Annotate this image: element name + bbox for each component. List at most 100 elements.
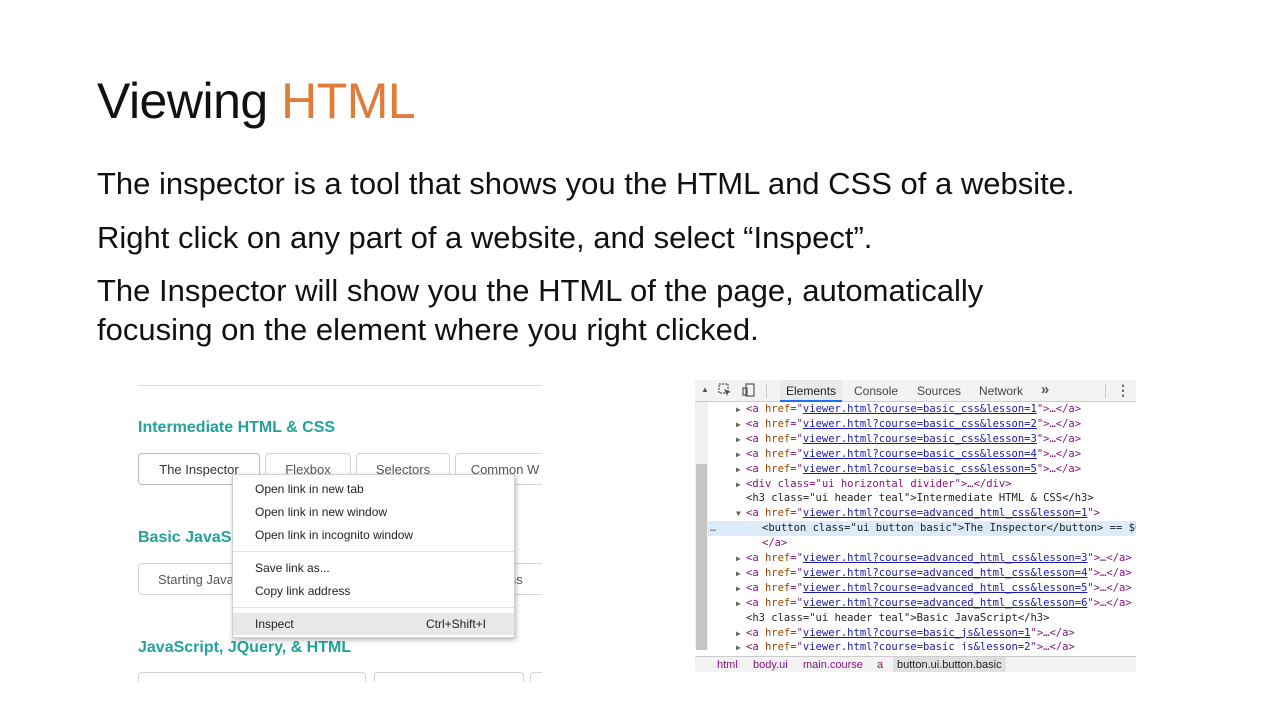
node-attr-link: viewer.html?course=basic_js&lesson=2 [802,641,1031,650]
node-text: <div class="ui horizontal divider">…</di… [746,477,1012,490]
menu-separator [233,551,514,552]
node-attr-link: viewer.html?course=basic_css&lesson=5 [802,462,1037,475]
context-menu-open-new-tab[interactable]: Open link in new tab [233,478,514,500]
node-punct: =" [790,566,803,579]
toolbar-separator [1105,384,1106,398]
select-element-icon[interactable] [718,383,732,397]
lesson-button-starting-javascript[interactable]: Starting Java [138,563,238,595]
expand-triangle-right-icon[interactable]: ▶ [736,402,746,417]
dom-node[interactable]: ▶ <a href="viewer.html?course=basic_css&l… [708,417,1136,432]
scrollbar-thumb[interactable] [696,464,707,650]
lesson-button[interactable] [530,672,542,682]
expand-triangle-right-icon[interactable]: ▶ [736,477,746,492]
dom-node[interactable]: ▶ <a href="viewer.html?course=advanced_ht… [708,551,1136,566]
dom-node[interactable]: ▶ <a href="viewer.html?course=basic_js&le… [708,640,1136,650]
node-text: <h3 class="ui header teal">Intermediate … [746,492,1094,505]
node-attr-name: href [764,596,791,609]
expand-triangle-right-icon[interactable]: ▶ [736,626,746,641]
node-punct: =" [790,596,803,609]
node-punct: =" [790,432,803,445]
node-punct: =" [790,462,803,475]
double-chevron-right-icon[interactable]: » [1038,382,1052,397]
node-attr-link: viewer.html?course=advanced_html_css&les… [802,552,1088,564]
slide-title-main: Viewing [97,73,282,129]
expand-triangle-right-icon[interactable]: ▶ [736,417,746,432]
tab-console[interactable]: Console [854,380,898,402]
expand-triangle-right-icon[interactable]: ▶ [736,596,746,611]
tab-network[interactable]: Network [979,380,1023,402]
context-menu-copy-link[interactable]: Copy link address [233,580,514,602]
slide-title: Viewing HTML [97,72,416,130]
expand-triangle-right-icon[interactable]: ▶ [736,640,746,650]
node-attr-name: href [764,432,791,445]
node-tag: ">…</a> [1036,462,1082,475]
device-toolbar-icon[interactable] [742,383,756,397]
context-menu-inspect[interactable]: Inspect Ctrl+Shift+I [233,613,514,635]
dom-node[interactable]: ▶ <a href="viewer.html?course=basic_js&le… [708,626,1136,641]
devtools-panel: ▲ Elements Console Sources Network » ⋮ ▶… [695,380,1136,672]
tab-sources[interactable]: Sources [917,380,961,402]
dom-node[interactable]: <h3 class="ui header teal">Intermediate … [708,491,1136,506]
node-punct: =" [790,417,803,430]
expand-triangle-right-icon[interactable]: ▶ [736,551,746,566]
ellipsis-icon: … [710,523,717,535]
node-tag: <a [746,552,765,564]
node-punct: =" [790,552,803,564]
node-tag: ">…</a> [1087,596,1132,609]
context-menu-open-incognito[interactable]: Open link in incognito window [233,524,514,546]
node-tag: <a [746,432,765,445]
breadcrumb-item[interactable]: main.course [803,657,863,672]
dom-node[interactable]: ▶ <a href="viewer.html?course=advanced_ht… [708,566,1136,581]
context-menu: Open link in new tab Open link in new wi… [232,474,515,638]
expand-triangle-right-icon[interactable]: ▶ [736,462,746,477]
node-attr-name: href [764,403,791,415]
section-heading: JavaScript, JQuery, & HTML [138,639,352,656]
node-attr-name: href [764,417,791,430]
menu-separator [233,607,514,608]
dom-node[interactable]: ▶ <a href="viewer.html?course=basic_css&l… [708,462,1136,477]
vertical-ellipsis-icon[interactable]: ⋮ [1116,383,1130,397]
node-punct: =" [790,641,803,650]
context-menu-open-new-window[interactable]: Open link in new window [233,501,514,523]
dom-node[interactable]: ▶ <a href="viewer.html?course=basic_css&l… [708,402,1136,417]
node-punct: =" [790,447,803,460]
expand-triangle-right-icon[interactable]: ▶ [736,581,746,596]
breadcrumb-item-active[interactable]: button.ui.button.basic [893,657,1006,672]
expand-triangle-right-icon[interactable]: ▶ [736,447,746,462]
node-tag: <a [746,566,765,579]
node-tag: ">…</a> [1087,552,1132,564]
node-tag: <a [746,641,765,650]
expand-triangle-down-icon[interactable]: ▼ [736,506,746,521]
lesson-button[interactable] [138,672,366,682]
expand-triangle-right-icon[interactable]: ▶ [736,432,746,447]
dom-node-selected[interactable]: … <button class="ui button basic">The Ins… [708,521,1136,537]
dom-node[interactable]: <h3 class="ui header teal">Basic JavaScr… [708,611,1136,626]
breadcrumb-item[interactable]: a [877,657,883,672]
dom-node[interactable]: ▶ <a href="viewer.html?course=advanced_ht… [708,581,1136,596]
node-tag: <a [746,447,765,460]
node-attr-link: viewer.html?course=basic_js&lesson=1 [802,626,1031,639]
context-menu-save-link[interactable]: Save link as... [233,557,514,579]
node-attr-link: viewer.html?course=advanced_html_css&les… [802,507,1088,520]
dom-node[interactable]: </a> [708,536,1136,551]
node-text: <h3 class="ui header teal">Basic JavaScr… [746,611,1050,624]
node-attr-name: href [764,566,791,579]
node-punct: =" [790,507,803,520]
bullet-text: The Inspector will show you the HTML of … [97,273,984,308]
section-heading: Intermediate HTML & CSS [138,419,336,436]
lesson-button[interactable] [374,672,524,682]
dom-node[interactable]: ▼ <a href="viewer.html?course=advanced_ht… [708,506,1136,521]
slide-title-accent: HTML [281,73,416,129]
dom-node[interactable]: ▶ <div class="ui horizontal divider">…</d… [708,477,1136,492]
node-tag: <a [746,462,765,475]
dom-node[interactable]: ▶ <a href="viewer.html?course=basic_css&l… [708,432,1136,447]
dom-node[interactable]: ▶ <a href="viewer.html?course=advanced_ht… [708,596,1136,611]
devtools-scrollbar[interactable] [695,402,708,650]
scroll-up-arrow-icon[interactable]: ▲ [698,383,712,397]
node-attr-name: href [764,581,791,594]
dom-node[interactable]: ▶ <a href="viewer.html?course=basic_css&l… [708,447,1136,462]
expand-triangle-right-icon[interactable]: ▶ [736,566,746,581]
tab-elements[interactable]: Elements [780,380,843,402]
breadcrumb-item[interactable]: html [717,657,738,672]
breadcrumb-item[interactable]: body.ui [753,657,788,672]
